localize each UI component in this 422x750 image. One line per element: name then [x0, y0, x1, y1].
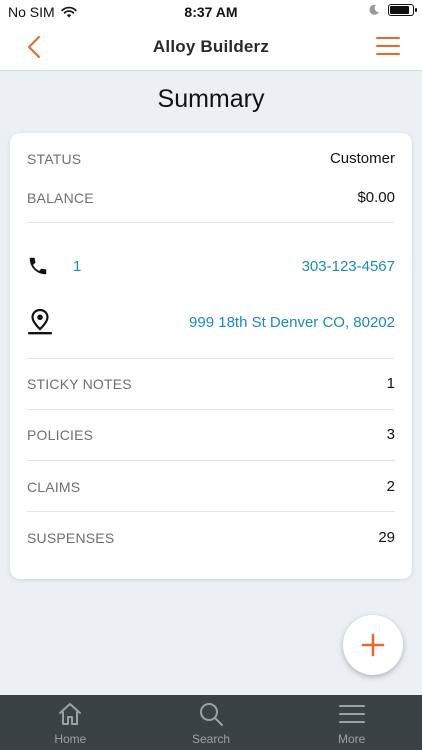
policies-value: 3 — [386, 426, 395, 443]
hamburger-menu-icon[interactable] — [376, 35, 400, 57]
status-value: Customer — [329, 150, 395, 167]
balance-label: BALANCE — [27, 189, 94, 206]
sticky-notes-label: STICKY NOTES — [27, 375, 132, 392]
phone-count[interactable]: 1 — [73, 258, 81, 275]
location-pin-icon — [28, 308, 52, 335]
page-title: Summary — [157, 85, 265, 113]
divider — [27, 511, 395, 512]
claims-label: CLAIMS — [27, 478, 81, 495]
moon-icon — [369, 4, 379, 15]
address-row[interactable]: 999 18th St Denver CO, 80202 — [27, 308, 395, 336]
navigation-bar: Alloy Builderz — [0, 24, 422, 71]
phone-row[interactable]: 1 303-123-4567 — [27, 255, 395, 277]
plus-icon — [361, 633, 385, 657]
home-icon — [59, 703, 82, 725]
divider — [27, 222, 395, 223]
tab-search[interactable]: Search — [141, 695, 282, 750]
phone-number-link[interactable]: 303-123-4567 — [302, 258, 395, 275]
battery-icon — [388, 4, 417, 16]
tab-home[interactable]: Home — [0, 695, 141, 750]
status-time: 8:37 AM — [184, 4, 238, 20]
suspenses-value: 29 — [378, 529, 395, 546]
address-link[interactable]: 999 18th St Denver CO, 80202 — [189, 314, 395, 331]
tab-more-label: More — [338, 732, 366, 746]
divider — [27, 409, 395, 410]
tab-home-label: Home — [54, 732, 87, 746]
balance-row: BALANCE $0.00 — [27, 189, 395, 206]
status-right-group — [368, 4, 417, 16]
status-label: STATUS — [27, 150, 82, 167]
status-bar: No SIM 8:37 AM — [0, 0, 422, 24]
search-icon — [200, 703, 223, 726]
battery-level — [390, 6, 409, 14]
claims-row[interactable]: CLAIMS 2 — [27, 478, 395, 495]
balance-value: $0.00 — [357, 189, 395, 206]
suspenses-label: SUSPENSES — [27, 529, 115, 546]
sticky-notes-value: 1 — [386, 375, 395, 392]
policies-row[interactable]: POLICIES 3 — [27, 426, 395, 443]
divider — [27, 358, 395, 359]
divider — [27, 460, 395, 461]
summary-card: STATUS Customer BALANCE $0.00 1 303-123-… — [10, 133, 412, 579]
suspenses-row[interactable]: SUSPENSES 29 — [27, 529, 395, 546]
tab-bar: Home Search More — [0, 695, 422, 750]
status-row: STATUS Customer — [27, 150, 395, 167]
nav-title: Alloy Builderz — [152, 37, 270, 56]
policies-label: POLICIES — [27, 426, 94, 443]
phone-icon — [29, 257, 47, 275]
tab-more[interactable]: More — [281, 695, 422, 750]
claims-value: 2 — [386, 478, 395, 495]
tab-search-label: Search — [191, 732, 231, 746]
hamburger-menu-icon — [338, 705, 365, 723]
add-button[interactable] — [343, 615, 403, 675]
phone-left: 1 — [27, 255, 81, 277]
sticky-notes-row[interactable]: STICKY NOTES 1 — [27, 375, 395, 392]
